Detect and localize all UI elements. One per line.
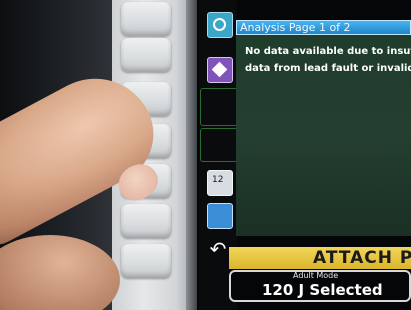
message-line-1: No data available due to insuffic: [245, 46, 411, 57]
calendar-icon-number: 12: [212, 175, 224, 185]
people-icon: [207, 203, 233, 229]
defibrillator-photo: 12 ↶ Analysis Page 1 of 2 No data availa…: [0, 0, 411, 310]
softkey-2[interactable]: [121, 38, 171, 72]
empty-softkey-slot: [200, 88, 238, 126]
graph-icon: [207, 12, 233, 38]
analysis-page-title: Analysis Page 1 of 2: [240, 21, 351, 34]
alert-text: ATTACH P: [313, 248, 411, 268]
diamond-icon: [207, 57, 233, 83]
softkey-6[interactable]: [121, 204, 171, 238]
empty-softkey-slot: [200, 128, 238, 162]
message-line-2: data from lead fault or invalid ca: [245, 63, 411, 74]
softkey-1[interactable]: [121, 2, 171, 36]
softkey-7[interactable]: [121, 244, 171, 278]
mode-label: Adult Mode: [293, 271, 339, 280]
calendar-icon: 12: [207, 170, 233, 196]
back-arrow-icon: ↶: [209, 237, 227, 261]
energy-selected: 120 J Selected: [262, 281, 383, 299]
